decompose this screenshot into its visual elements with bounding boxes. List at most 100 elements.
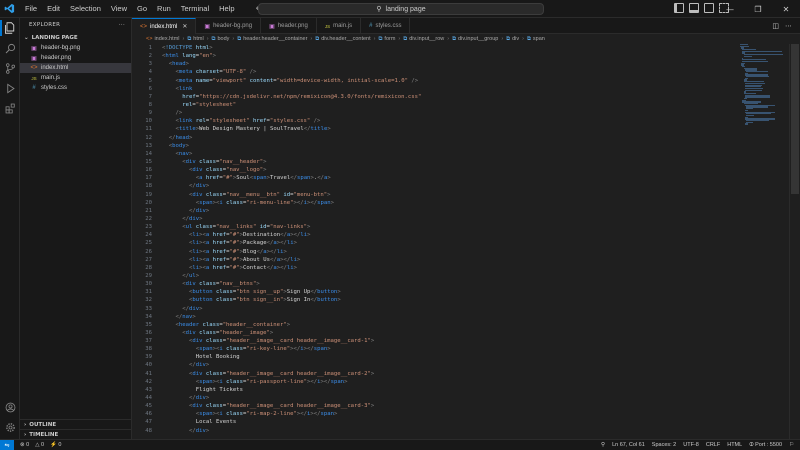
- code-text: />: [175, 110, 183, 117]
- line-number: 26: [145, 248, 152, 255]
- element-icon: ⧉: [378, 35, 383, 42]
- live-server-port[interactable]: ⦷ Port : 5500: [749, 442, 782, 449]
- outline-section[interactable]: › OUTLINE: [20, 419, 132, 429]
- chevron-right-icon: ›: [206, 36, 209, 42]
- code-line: 33 </div>: [132, 305, 742, 313]
- tab-header-png[interactable]: ▣ header.png: [261, 18, 317, 34]
- notifications-bell-icon[interactable]: ⚐: [789, 442, 794, 448]
- menu-go[interactable]: Go: [132, 0, 152, 18]
- code-line: 35 <header class="header__container">: [132, 321, 742, 329]
- encoding[interactable]: UTF-8: [683, 442, 699, 448]
- info-count: ⚡ 0: [50, 442, 62, 448]
- html-file-icon: <>: [140, 23, 148, 30]
- menu-view[interactable]: View: [106, 0, 132, 18]
- more-actions-icon[interactable]: ⋯: [785, 22, 792, 30]
- image-file-icon: ▣: [269, 23, 275, 30]
- menu-run[interactable]: Run: [152, 0, 176, 18]
- timeline-section[interactable]: › TIMELINE: [20, 429, 132, 439]
- code-line: 47 Local Events: [132, 418, 742, 426]
- close-icon[interactable]: ✕: [182, 23, 187, 30]
- breadcrumb-item[interactable]: div.header__content: [321, 36, 370, 42]
- more-actions-icon[interactable]: ···: [119, 22, 125, 28]
- file-item[interactable]: <> index.html: [20, 63, 131, 73]
- breadcrumb-item[interactable]: div: [512, 36, 519, 42]
- remote-indicator-icon[interactable]: ⇋: [0, 439, 14, 450]
- line-number: 20: [145, 199, 152, 206]
- breadcrumb-item[interactable]: header.header__container: [243, 36, 307, 42]
- minimap[interactable]: [740, 44, 788, 125]
- end-of-line[interactable]: CRLF: [706, 442, 720, 448]
- code-text: <link rel="stylesheet" href="styles.css"…: [175, 118, 321, 125]
- toggle-secondary-sidebar-icon[interactable]: [704, 3, 714, 13]
- line-number: 47: [145, 419, 152, 426]
- folder-header[interactable]: ⌄ LANDING PAGE: [20, 32, 131, 43]
- minimize-icon[interactable]: —: [716, 0, 744, 18]
- command-center[interactable]: ⚲ landing page: [258, 3, 544, 15]
- gear-icon[interactable]: [0, 417, 20, 437]
- file-item[interactable]: JS main.js: [20, 73, 131, 83]
- element-icon: ⧉: [315, 35, 320, 42]
- code-line: 11 <title>Web Design Mastery | SoulTrave…: [132, 125, 742, 133]
- chevron-right-icon: ›: [373, 36, 376, 42]
- html-file-icon: <>: [146, 36, 153, 42]
- breadcrumb-item[interactable]: div.input__group: [458, 36, 498, 42]
- tab-header-bg-png[interactable]: ▣ header-bg.png: [196, 18, 262, 34]
- run-debug-icon[interactable]: [0, 78, 20, 98]
- code-line: 3 <head>: [132, 60, 742, 68]
- breadcrumb-item[interactable]: span: [533, 36, 545, 42]
- status-problems[interactable]: ⊗ 0 △ 0 ⚡ 0: [20, 442, 61, 448]
- toggle-primary-sidebar-icon[interactable]: [674, 3, 684, 13]
- scrollbar-thumb[interactable]: [791, 44, 799, 194]
- code-lines: 1 <!DOCTYPE html> 2 <html lang="en"> 3 <head…: [132, 44, 742, 435]
- line-number: 32: [145, 297, 152, 304]
- account-icon[interactable]: [0, 397, 20, 417]
- code-line: 12 </head>: [132, 134, 742, 142]
- menu-file[interactable]: File: [20, 0, 42, 18]
- split-editor-icon[interactable]: ◫: [772, 22, 779, 30]
- search-icon[interactable]: [0, 38, 20, 58]
- line-number: 5: [148, 77, 152, 84]
- code-editor[interactable]: 1 <!DOCTYPE html> 2 <html lang="en"> 3 <head…: [132, 44, 800, 439]
- explorer-icon[interactable]: [0, 18, 20, 38]
- breadcrumb-item[interactable]: div.input__row: [409, 36, 444, 42]
- zoom-search-icon[interactable]: ⚲: [601, 442, 605, 448]
- close-window-icon[interactable]: ✕: [772, 0, 800, 18]
- breadcrumb-item[interactable]: body: [217, 36, 229, 42]
- vertical-scrollbar[interactable]: [789, 44, 799, 439]
- breadcrumb-item[interactable]: html: [193, 36, 203, 42]
- tab-main-js[interactable]: JS main.js: [317, 18, 362, 34]
- restore-icon[interactable]: ❐: [744, 0, 772, 18]
- line-number: 39: [145, 354, 152, 361]
- language-mode[interactable]: HTML: [727, 442, 742, 448]
- info-value: 0: [58, 442, 62, 448]
- element-icon: ⧉: [526, 35, 531, 42]
- extensions-icon[interactable]: [0, 98, 20, 118]
- breadcrumb-item[interactable]: index.html: [154, 36, 179, 42]
- menu-selection[interactable]: Selection: [65, 0, 106, 18]
- errors-count: ⊗ 0: [20, 442, 30, 448]
- line-number: 35: [145, 321, 152, 328]
- line-number: 48: [145, 427, 152, 434]
- cursor-position[interactable]: Ln 67, Col 61: [612, 442, 645, 448]
- file-item[interactable]: ▣ header-bg.png: [20, 43, 131, 53]
- file-item[interactable]: # styles.css: [20, 83, 131, 93]
- indentation[interactable]: Spaces: 2: [652, 442, 676, 448]
- line-number: 15: [145, 158, 152, 165]
- vscode-logo-icon: [0, 0, 18, 18]
- warnings-count: △ 0: [35, 442, 45, 448]
- file-item[interactable]: ▣ header.png: [20, 53, 131, 63]
- menu-help[interactable]: Help: [214, 0, 239, 18]
- source-control-icon[interactable]: [0, 58, 20, 78]
- toggle-panel-icon[interactable]: [689, 3, 699, 13]
- breadcrumb-item[interactable]: form: [384, 36, 395, 42]
- code-text: <div class="header__image__card header__…: [189, 370, 375, 377]
- tab-index-html[interactable]: <> index.html ✕: [132, 18, 197, 34]
- code-line: 44 </div>: [132, 394, 742, 402]
- menu-edit[interactable]: Edit: [42, 0, 65, 18]
- code-line: 18 </div>: [132, 182, 742, 190]
- menu-terminal[interactable]: Terminal: [176, 0, 214, 18]
- js-file-icon: JS: [324, 23, 331, 29]
- tab-styles-css[interactable]: # styles.css: [361, 18, 411, 34]
- image-file-icon: ▣: [31, 45, 37, 52]
- code-line: 38 <span><i class="ri-key-line"></i></sp…: [132, 345, 742, 353]
